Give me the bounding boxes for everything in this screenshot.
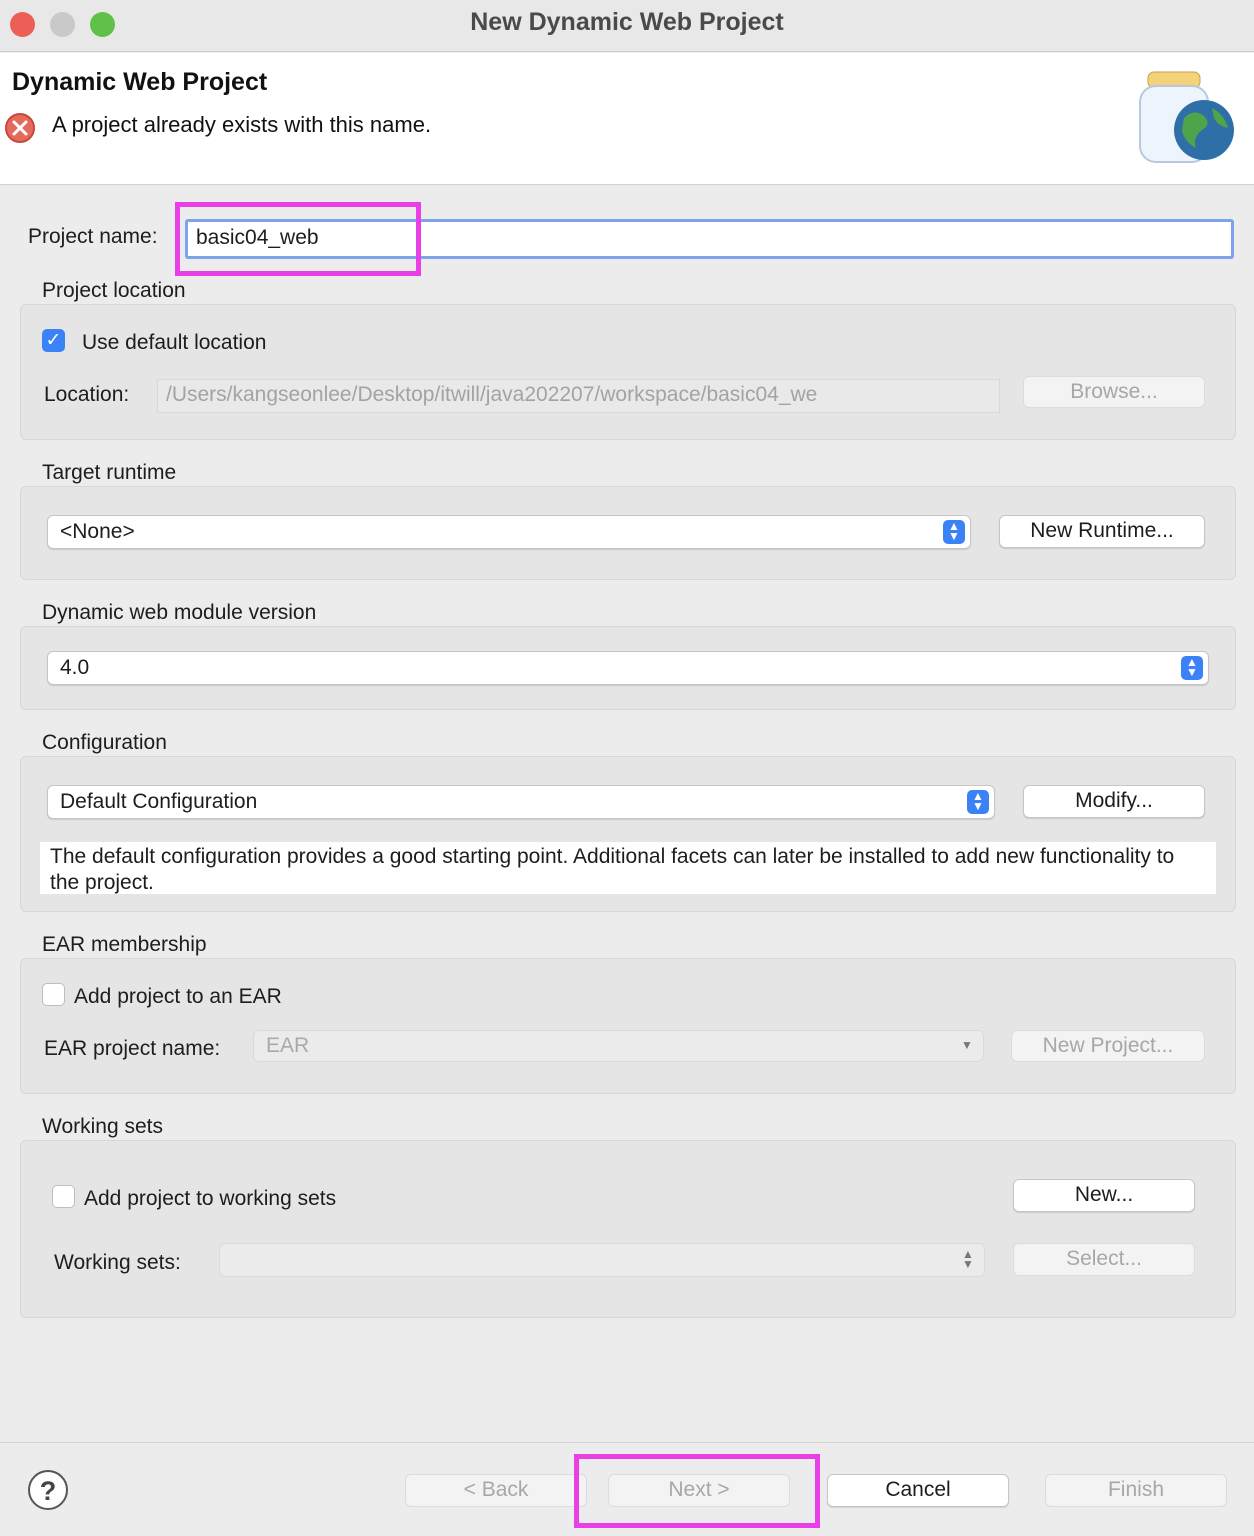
page-title: Dynamic Web Project (12, 68, 268, 96)
configuration-select[interactable]: Default Configuration ▲ ▼ (47, 785, 995, 819)
select-stepper-icon: ▲ ▼ (967, 790, 989, 814)
select-stepper-icon: ▲ ▼ (1181, 656, 1203, 680)
new-working-set-button[interactable]: New... (1013, 1179, 1195, 1212)
select-stepper-icon: ▲ ▼ (962, 1247, 974, 1271)
finish-button[interactable]: Finish (1045, 1474, 1227, 1507)
configuration-heading: Configuration (42, 731, 167, 754)
project-location-group (20, 304, 1236, 440)
browse-button[interactable]: Browse... (1023, 376, 1205, 408)
add-to-ear-checkbox[interactable] (42, 983, 65, 1006)
chevron-down-icon: ▼ (961, 1038, 973, 1052)
project-name-label: Project name: (28, 225, 158, 248)
configuration-value: Default Configuration (60, 790, 258, 813)
working-sets-group (20, 1140, 1236, 1318)
window-title: New Dynamic Web Project (470, 8, 784, 36)
new-ear-project-button[interactable]: New Project... (1011, 1030, 1205, 1062)
web-module-version-heading: Dynamic web module version (42, 601, 317, 624)
use-default-location-checkbox[interactable]: ✓ (42, 329, 65, 352)
target-runtime-select[interactable]: <None> ▲ ▼ (47, 515, 971, 549)
new-runtime-button[interactable]: New Runtime... (999, 515, 1205, 548)
ear-project-name-combo[interactable]: EAR ▼ (253, 1030, 984, 1062)
help-icon[interactable]: ? (28, 1470, 68, 1510)
configuration-description: The default configuration provides a goo… (40, 842, 1216, 894)
ear-project-name-value: EAR (266, 1034, 310, 1057)
add-to-working-sets-checkbox[interactable] (52, 1185, 75, 1208)
ear-project-name-label: EAR project name: (44, 1037, 221, 1060)
select-working-sets-button[interactable]: Select... (1013, 1243, 1195, 1276)
web-module-version-value: 4.0 (60, 656, 90, 679)
error-icon (5, 113, 35, 143)
back-button[interactable]: < Back (405, 1474, 587, 1507)
location-input[interactable]: /Users/kangseonlee/Desktop/itwill/java20… (157, 379, 1000, 413)
web-project-jar-icon (1132, 68, 1240, 168)
target-runtime-heading: Target runtime (42, 461, 177, 484)
working-sets-select[interactable]: ▲ ▼ (219, 1243, 985, 1277)
working-sets-heading: Working sets (42, 1115, 163, 1138)
project-location-heading: Project location (42, 279, 186, 302)
ear-membership-heading: EAR membership (42, 933, 207, 956)
ear-membership-group (20, 958, 1236, 1094)
add-to-working-sets-label: Add project to working sets (84, 1187, 337, 1210)
location-label: Location: (44, 383, 130, 406)
use-default-location-label: Use default location (82, 331, 267, 354)
project-name-highlight (175, 202, 421, 276)
web-module-version-select[interactable]: 4.0 ▲ ▼ (47, 651, 1209, 685)
error-message: A project already exists with this name. (52, 112, 432, 137)
target-runtime-value: <None> (60, 520, 135, 543)
select-stepper-icon: ▲ ▼ (943, 520, 965, 544)
add-to-ear-label: Add project to an EAR (74, 985, 282, 1008)
footer-divider (0, 1442, 1254, 1443)
working-sets-label: Working sets: (54, 1251, 181, 1274)
modify-button[interactable]: Modify... (1023, 785, 1205, 818)
cancel-button[interactable]: Cancel (827, 1474, 1009, 1507)
next-button-highlight (574, 1454, 820, 1528)
